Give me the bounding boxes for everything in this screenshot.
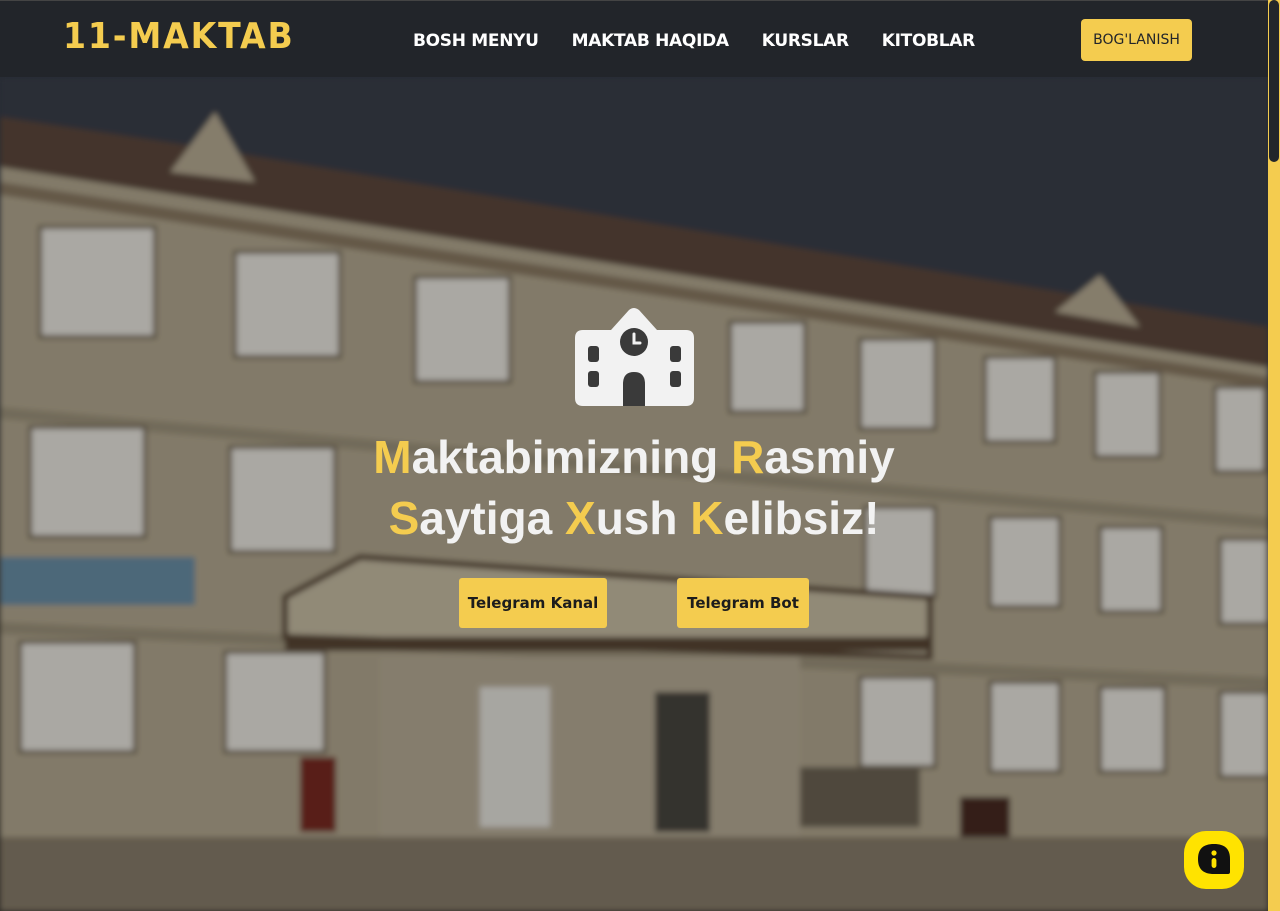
nav-item-kitoblar[interactable]: KITOBLAR	[882, 29, 975, 53]
highlight-letter: K	[690, 492, 724, 544]
headline-text: asmiy	[764, 431, 895, 483]
headline-text: aytiga	[419, 492, 565, 544]
nav-item-maktab-haqida[interactable]: MAKTAB HAQIDA	[572, 29, 729, 53]
headline-text: aktabimizning	[411, 431, 732, 483]
highlight-letter: M	[373, 431, 412, 483]
school-icon	[575, 308, 694, 406]
hero-headline-line2: Saytiga Xush Kelibsiz!	[300, 488, 968, 549]
highlight-letter: S	[388, 492, 420, 544]
telegram-bot-button[interactable]: Telegram Bot	[677, 578, 809, 628]
contact-button[interactable]: BOG'LANISH	[1081, 19, 1192, 61]
brand-logo[interactable]: 11-MAKTAB	[63, 15, 295, 59]
nav-item-bosh-menyu[interactable]: BOSH MENYU	[413, 29, 539, 53]
page: 11-MAKTAB BOSH MENYU MAKTAB HAQIDA KURSL…	[0, 0, 1280, 911]
headline-text: ush	[595, 492, 691, 544]
highlight-letter: R	[731, 431, 765, 483]
telegram-kanal-button[interactable]: Telegram Kanal	[459, 578, 607, 628]
hero-headline: Maktabimizning Rasmiy Saytiga Xush Kelib…	[300, 427, 968, 549]
highlight-letter: X	[565, 492, 596, 544]
hero-headline-line1: Maktabimizning Rasmiy	[300, 427, 968, 488]
chat-bubble-icon	[1198, 844, 1230, 874]
navbar: 11-MAKTAB BOSH MENYU MAKTAB HAQIDA KURSL…	[0, 0, 1268, 77]
chat-widget-button[interactable]	[1184, 831, 1244, 889]
nav-item-kurslar[interactable]: KURSLAR	[762, 29, 849, 53]
headline-text: elibsiz!	[723, 492, 880, 544]
nav-links: BOSH MENYU MAKTAB HAQIDA KURSLAR KITOBLA…	[413, 29, 1008, 53]
scrollbar-thumb[interactable]	[1269, 0, 1279, 162]
hero-section: Maktabimizning Rasmiy Saytiga Xush Kelib…	[0, 77, 1268, 911]
